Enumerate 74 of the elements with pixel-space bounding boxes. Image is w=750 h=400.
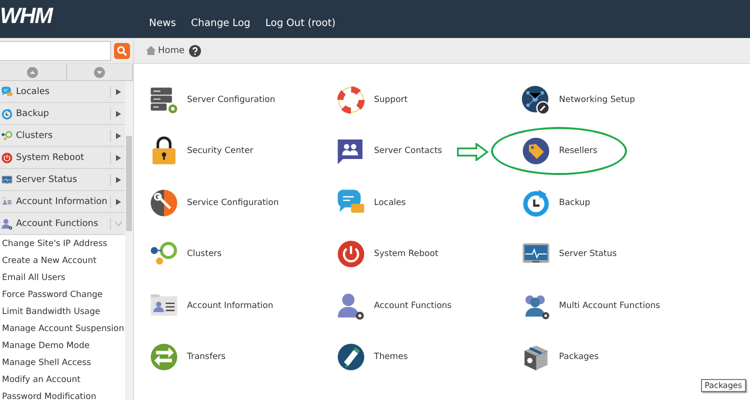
feature-link[interactable]: Service Configuration — [187, 198, 279, 208]
id-card-icon — [1, 196, 13, 208]
sidebar-category[interactable]: Server Status — [0, 169, 126, 191]
scrollbar-thumb[interactable] — [126, 136, 132, 231]
speech-bubbles-icon — [1, 86, 13, 98]
circular-arrow-clock-icon — [1, 108, 13, 120]
price-tag-icon — [521, 136, 551, 166]
sidebar-link[interactable]: Password Modification — [0, 388, 126, 400]
help-icon[interactable] — [188, 44, 201, 56]
search-button[interactable] — [114, 42, 130, 58]
feature-link[interactable]: Server Configuration — [187, 94, 276, 105]
paint-brush-icon — [336, 342, 366, 372]
user-gear-icon — [336, 290, 366, 321]
feature-link[interactable]: Networking Setup — [559, 94, 636, 105]
sidebar-link[interactable]: Manage Account Suspension — [0, 320, 126, 337]
triangle-right-icon — [116, 154, 121, 160]
server-gear-icon — [149, 84, 179, 115]
feature-link[interactable]: Transfers — [187, 352, 226, 362]
feature-link[interactable]: Resellers — [559, 146, 598, 156]
exchange-arrows-icon — [149, 342, 179, 372]
power-icon — [1, 152, 13, 164]
feature-link[interactable]: Locales — [374, 198, 406, 208]
feature-link[interactable]: Backup — [559, 198, 590, 208]
sidebar-category[interactable]: Clusters — [0, 125, 126, 147]
triangle-right-icon — [116, 110, 121, 116]
sidebar-link[interactable]: Manage Shell Access — [0, 354, 126, 371]
feature-link[interactable]: Server Contacts — [374, 146, 442, 156]
logo[interactable]: WHM — [0, 3, 149, 29]
triangle-right-icon — [116, 176, 121, 182]
search-icon — [117, 46, 127, 56]
sidebar-link[interactable]: Modify an Account — [0, 371, 126, 388]
feature-link[interactable]: Multi Account Functions — [559, 300, 660, 311]
feature-link[interactable]: System Reboot — [374, 249, 438, 260]
sidebar-category[interactable]: Account Information — [0, 191, 126, 213]
power-icon — [336, 239, 366, 270]
scroll-up-button[interactable] — [0, 64, 66, 80]
user-gear-icon — [1, 218, 13, 230]
feature-link[interactable]: Themes — [374, 352, 408, 362]
network-wrench-icon — [521, 84, 551, 115]
monitor-pulse-icon — [1, 174, 13, 186]
sidebar-category[interactable]: Locales — [0, 81, 126, 103]
home-link[interactable]: Home — [146, 46, 185, 56]
sidebar-link[interactable]: Change Site's IP Address — [0, 235, 126, 252]
triangle-right-icon — [116, 132, 121, 138]
pointer-arrow — [457, 142, 489, 160]
tooltip: Packages — [700, 379, 746, 392]
feature-link[interactable]: Packages — [559, 352, 599, 362]
triangle-right-icon — [116, 198, 121, 204]
feature-link[interactable]: Server Status — [559, 249, 617, 260]
life-ring-icon — [336, 84, 366, 115]
scroll-down-button[interactable] — [66, 64, 133, 80]
feature-link[interactable]: Clusters — [187, 249, 222, 260]
sidebar-link[interactable]: Email All Users — [0, 269, 126, 286]
feature-link[interactable]: Support — [374, 94, 408, 105]
sidebar-category[interactable]: Backup — [0, 103, 126, 125]
nav-link[interactable]: Change Log — [191, 18, 250, 29]
wrench-gear-icon — [149, 188, 179, 218]
search-field[interactable] — [0, 40, 111, 60]
home-icon — [146, 46, 156, 55]
sidebar-category[interactable]: Account Functions — [0, 213, 126, 235]
sidebar-link[interactable]: Manage Demo Mode — [0, 337, 126, 354]
feature-link[interactable]: Account Functions — [374, 300, 452, 311]
sidebar-link[interactable]: Create a New Account — [0, 252, 126, 269]
nav-link[interactable]: Log Out (root) — [265, 18, 336, 29]
chevron-down-icon — [114, 221, 122, 226]
nav-link[interactable]: News — [149, 18, 176, 29]
sidebar-link[interactable]: Limit Bandwidth Usage — [0, 303, 126, 320]
feature-link[interactable]: Security Center — [187, 146, 254, 156]
triangle-right-icon — [116, 88, 121, 94]
sidebar-link[interactable]: Force Password Change — [0, 286, 126, 303]
circular-arrow-clock-icon — [521, 188, 551, 218]
feature-link[interactable]: Account Information — [187, 300, 274, 311]
linked-circles-icon — [1, 130, 13, 142]
sidebar-category[interactable]: System Reboot — [0, 147, 126, 169]
